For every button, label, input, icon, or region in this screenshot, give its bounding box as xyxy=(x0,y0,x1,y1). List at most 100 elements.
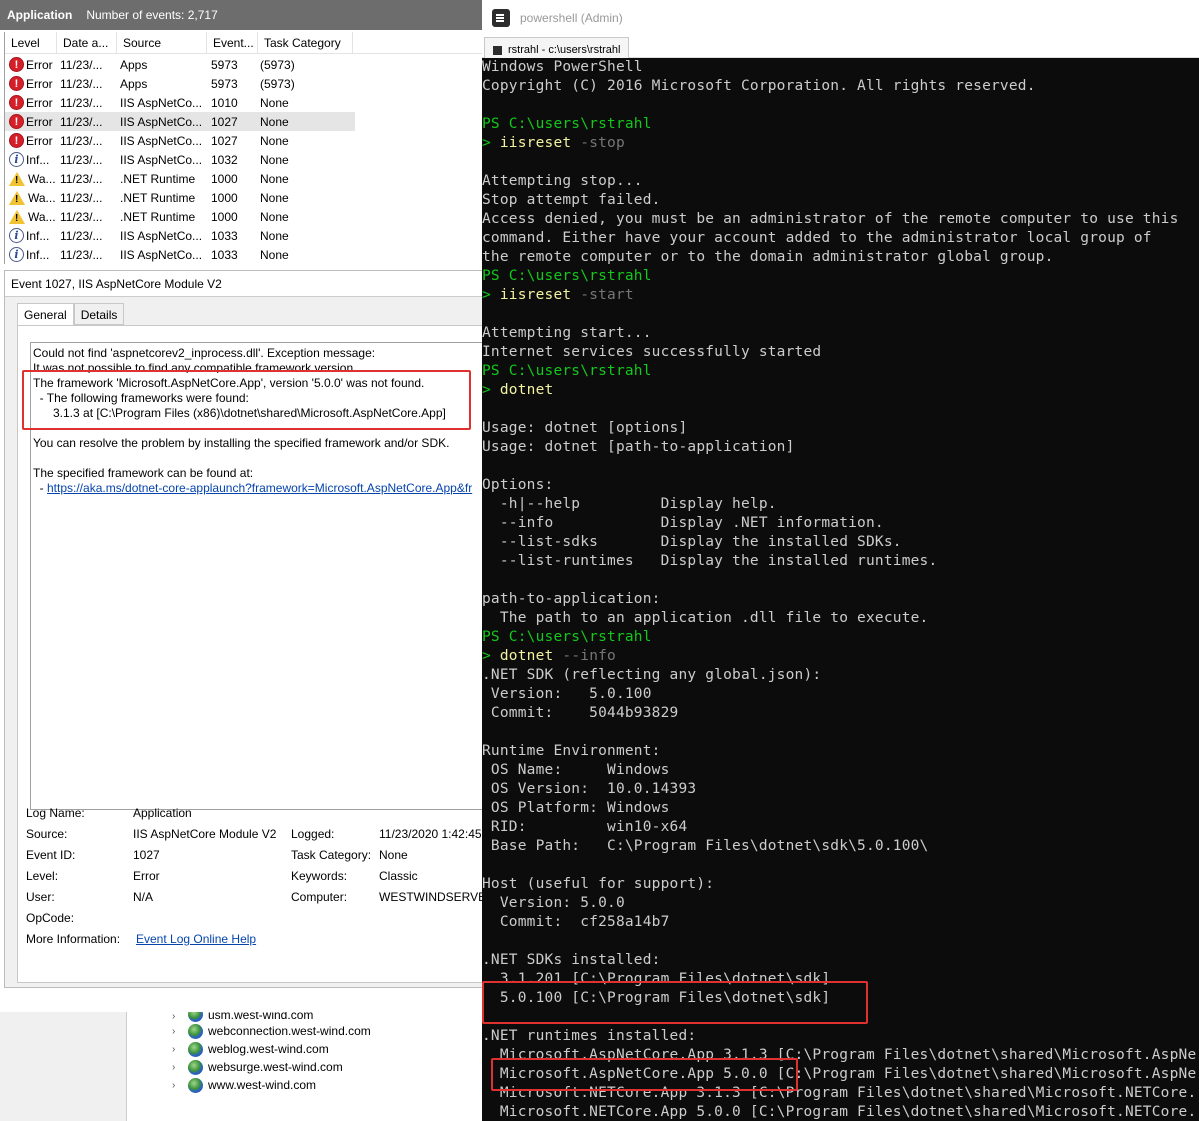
site-tree: › usm.west-wind.com › webconnection.west-wi… xyxy=(0,988,482,1121)
table-row[interactable]: ! Error 11/23/... IIS AspNetCo... 1010 None xyxy=(5,93,348,112)
console-prompt: PS C:\users\rstrahl xyxy=(482,116,652,132)
level-text: Error xyxy=(26,76,53,91)
tab-details[interactable]: Details xyxy=(73,303,125,325)
level-text: Error xyxy=(26,57,53,72)
tree-item-site[interactable]: › www.west-wind.com xyxy=(172,1076,316,1094)
prop-log-name-label: Log Name: xyxy=(26,806,85,820)
cell-source: .NET Runtime xyxy=(120,171,196,186)
console-line: Usage: dotnet [path-to-application] xyxy=(482,439,795,455)
level-text: Error xyxy=(26,133,53,148)
cell-event-id: 1000 xyxy=(211,190,238,205)
events-grid[interactable]: Level Date a... Source Event... Task Cat… xyxy=(4,32,482,264)
console-line: Internet services successfully started xyxy=(482,344,822,360)
console-command: > iisreset -stop xyxy=(482,134,1199,153)
table-row[interactable]: i Inf... 11/23/... IIS AspNetCo... 1033 None xyxy=(5,226,348,245)
chevron-right-icon[interactable]: › xyxy=(172,1026,182,1037)
table-row[interactable]: ! Error 11/23/... IIS AspNetCo... 1027 None xyxy=(5,131,348,150)
table-row[interactable]: ! Error 11/23/... IIS AspNetCo... 1027 None xyxy=(5,112,355,131)
cell-source: Apps xyxy=(120,57,148,72)
globe-icon xyxy=(188,1041,203,1057)
message-line: You can resolve the problem by installin… xyxy=(33,436,450,450)
chevron-right-icon[interactable]: › xyxy=(172,1012,182,1022)
command-args: -start xyxy=(571,287,634,303)
console-line: Stop attempt failed. xyxy=(482,192,661,208)
console-line: --list-runtimes Display the installed ru… xyxy=(482,553,938,569)
cell-date: 11/23/... xyxy=(60,114,103,129)
message-line: - The following frameworks were found: xyxy=(33,391,249,405)
level-text: Inf... xyxy=(26,247,50,262)
site-name: websurge.west-wind.com xyxy=(208,1060,343,1074)
tree-item-site[interactable]: › weblog.west-wind.com xyxy=(172,1040,329,1058)
table-row[interactable]: i Inf... 11/23/... IIS AspNetCo... 1033 None xyxy=(5,245,348,264)
cell-date: 11/23/... xyxy=(60,247,103,262)
error-icon: ! xyxy=(9,76,24,91)
cell-event-id: 1032 xyxy=(211,152,238,167)
info-icon: i xyxy=(9,247,24,262)
command-name: dotnet xyxy=(499,648,554,664)
chevron-right-icon[interactable]: › xyxy=(172,1062,182,1073)
table-row[interactable]: i Inf... 11/23/... IIS AspNetCo... 1032 None xyxy=(5,150,348,169)
tab-rstrahl[interactable]: rstrahl - c:\users\rstrahl xyxy=(484,37,630,58)
cell-level: i Inf... xyxy=(5,247,57,262)
cell-event-id: 1000 xyxy=(211,171,238,186)
event-log-online-help-link[interactable]: Event Log Online Help xyxy=(136,932,256,946)
cell-task-category: None xyxy=(260,95,289,110)
cell-level: i Inf... xyxy=(5,228,57,243)
column-header-event-id[interactable]: Event... xyxy=(207,32,258,53)
column-header-task-category[interactable]: Task Category xyxy=(258,32,353,53)
console-prompt: PS C:\users\rstrahl xyxy=(482,363,652,379)
console-line: Commit: cf258a14b7 xyxy=(482,914,670,930)
event-detail-title: Event 1027, IIS AspNetCore Module V2 xyxy=(5,271,482,297)
console-command: > iisreset -start xyxy=(482,286,1199,305)
cell-date: 11/23/... xyxy=(60,95,103,110)
cell-task-category: None xyxy=(260,133,289,148)
column-header-source[interactable]: Source xyxy=(117,32,207,53)
chevron-right-icon[interactable]: › xyxy=(172,1080,182,1091)
table-row[interactable]: ! Error 11/23/... Apps 5973 (5973) xyxy=(5,55,348,74)
event-message[interactable]: Could not find 'aspnetcorev2_inprocess.d… xyxy=(30,342,482,810)
command-args: -stop xyxy=(571,135,625,151)
console-line: Attempting stop... xyxy=(482,173,643,189)
console-output[interactable]: Windows PowerShell Copyright (C) 2016 Mic… xyxy=(482,58,1199,1121)
level-text: Wa... xyxy=(28,171,56,186)
table-row[interactable]: ! Wa... 11/23/... .NET Runtime 1000 None xyxy=(5,169,348,188)
cell-task-category: None xyxy=(260,247,289,262)
console-line: Runtime Environment: xyxy=(482,743,661,759)
cell-date: 11/23/... xyxy=(60,133,103,148)
prop-logged-label: Logged: xyxy=(291,827,335,841)
tree-item-site[interactable]: › websurge.west-wind.com xyxy=(172,1058,343,1076)
error-icon: ! xyxy=(9,133,24,148)
table-row[interactable]: ! Wa... 11/23/... .NET Runtime 1000 None xyxy=(5,207,348,226)
tree-left-margin xyxy=(0,1012,126,1121)
message-line: The specified framework can be found at: xyxy=(33,466,254,480)
table-row[interactable]: ! Wa... 11/23/... .NET Runtime 1000 None xyxy=(5,188,348,207)
tree-item-site[interactable]: › webconnection.west-wind.com xyxy=(172,1022,371,1040)
message-bullet: - xyxy=(33,481,47,495)
console-line: OS Platform: Windows xyxy=(482,800,670,816)
cell-source: IIS AspNetCo... xyxy=(120,133,203,148)
tab-general[interactable]: General xyxy=(17,303,74,327)
column-header-level[interactable]: Level xyxy=(5,32,57,53)
cell-event-id: 5973 xyxy=(211,76,238,91)
console-line: Microsoft.NETCore.App 5.0.0 [C:\Program … xyxy=(482,1104,1197,1120)
site-name: weblog.west-wind.com xyxy=(208,1042,329,1056)
event-count: Number of events: 2,717 xyxy=(86,8,218,22)
cell-level: ! Error xyxy=(5,114,57,129)
site-name: usm.west-wind.com xyxy=(208,1012,314,1022)
console-line: Microsoft.AspNetCore.App 5.0.0 [C:\Progr… xyxy=(482,1066,1197,1082)
cell-task-category: (5973) xyxy=(260,76,295,91)
chevron-right-icon[interactable]: › xyxy=(172,1044,182,1055)
cell-date: 11/23/... xyxy=(60,171,103,186)
tree-item-site[interactable]: › usm.west-wind.com xyxy=(172,1012,313,1022)
console-line: Version: 5.0.100 xyxy=(482,686,652,702)
table-row[interactable]: ! Error 11/23/... Apps 5973 (5973) xyxy=(5,74,348,93)
prop-more-info-label: More Information: xyxy=(26,932,121,946)
column-header-date[interactable]: Date a... xyxy=(57,32,117,53)
command-name: iisreset xyxy=(499,287,572,303)
applaunch-link[interactable]: https://aka.ms/dotnet-core-applaunch?fra… xyxy=(47,481,472,495)
globe-icon xyxy=(188,1012,203,1022)
site-name: webconnection.west-wind.com xyxy=(208,1024,371,1038)
